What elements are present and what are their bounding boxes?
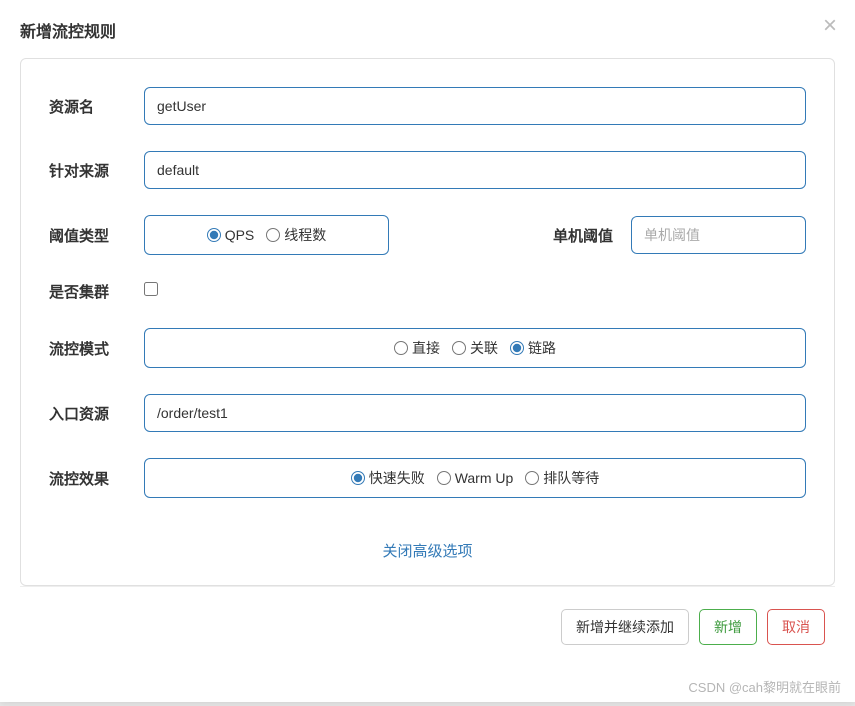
modal-dialog: 新增流控规则 × 资源名 针对来源 阈值类型 QPS [0, 0, 855, 702]
radio-effect-queue-label: 排队等待 [543, 468, 599, 488]
radio-threads-label: 线程数 [284, 225, 326, 245]
radio-mode-direct-input[interactable] [394, 341, 408, 355]
is-cluster-checkbox[interactable] [144, 282, 158, 296]
row-is-cluster: 是否集群 [49, 281, 806, 302]
close-icon[interactable]: × [823, 14, 837, 38]
modal-title: 新增流控规则 [20, 18, 835, 42]
row-source: 针对来源 [49, 151, 806, 189]
advanced-toggle-row: 关闭高级选项 [49, 524, 806, 565]
close-advanced-link[interactable]: 关闭高级选项 [382, 543, 472, 560]
radio-mode-direct[interactable]: 直接 [394, 338, 440, 358]
add-button[interactable]: 新增 [699, 609, 757, 645]
row-threshold-type: 阈值类型 QPS 线程数 单机阈值 [49, 215, 806, 255]
radio-threads-input[interactable] [266, 228, 280, 242]
radio-mode-chain-input[interactable] [510, 341, 524, 355]
entry-resource-input[interactable] [144, 394, 806, 432]
source-input[interactable] [144, 151, 806, 189]
add-continue-button[interactable]: 新增并继续添加 [561, 609, 689, 645]
radio-mode-chain-label: 链路 [528, 338, 556, 358]
label-source: 针对来源 [49, 160, 144, 181]
radio-mode-relate-input[interactable] [452, 341, 466, 355]
resource-input[interactable] [144, 87, 806, 125]
cancel-button[interactable]: 取消 [767, 609, 825, 645]
threshold-type-group: QPS 线程数 [144, 215, 389, 255]
threshold-single-input[interactable] [631, 216, 806, 254]
radio-effect-failfast-input[interactable] [351, 471, 365, 485]
row-flow-mode: 流控模式 直接 关联 链路 [49, 328, 806, 368]
radio-qps-input[interactable] [207, 228, 221, 242]
row-flow-effect: 流控效果 快速失败 Warm Up 排队等待 [49, 458, 806, 498]
label-flow-effect: 流控效果 [49, 468, 144, 489]
label-entry-resource: 入口资源 [49, 403, 144, 424]
radio-effect-queue[interactable]: 排队等待 [525, 468, 599, 488]
radio-mode-relate[interactable]: 关联 [452, 338, 498, 358]
radio-effect-failfast-label: 快速失败 [369, 468, 425, 488]
label-flow-mode: 流控模式 [49, 338, 144, 359]
modal-body: 资源名 针对来源 阈值类型 QPS 线程数 [20, 58, 835, 586]
row-entry-resource: 入口资源 [49, 394, 806, 432]
radio-effect-failfast[interactable]: 快速失败 [351, 468, 425, 488]
radio-mode-direct-label: 直接 [412, 338, 440, 358]
radio-qps-label: QPS [225, 227, 255, 243]
modal-header: 新增流控规则 × [0, 0, 855, 58]
radio-mode-relate-label: 关联 [470, 338, 498, 358]
radio-effect-warmup-label: Warm Up [455, 470, 514, 486]
label-threshold-type: 阈值类型 [49, 225, 144, 246]
row-resource: 资源名 [49, 87, 806, 125]
label-is-cluster: 是否集群 [49, 281, 144, 302]
label-resource: 资源名 [49, 96, 144, 117]
flow-mode-group: 直接 关联 链路 [144, 328, 806, 368]
radio-effect-queue-input[interactable] [525, 471, 539, 485]
modal-footer: 新增并继续添加 新增 取消 [20, 586, 835, 667]
radio-mode-chain[interactable]: 链路 [510, 338, 556, 358]
radio-effect-warmup[interactable]: Warm Up [437, 470, 514, 486]
radio-qps[interactable]: QPS [207, 227, 255, 243]
watermark-text: CSDN @cah黎明就在眼前 [688, 677, 841, 696]
flow-effect-group: 快速失败 Warm Up 排队等待 [144, 458, 806, 498]
radio-threads[interactable]: 线程数 [266, 225, 326, 245]
label-threshold-single: 单机阈值 [493, 225, 613, 246]
radio-effect-warmup-input[interactable] [437, 471, 451, 485]
